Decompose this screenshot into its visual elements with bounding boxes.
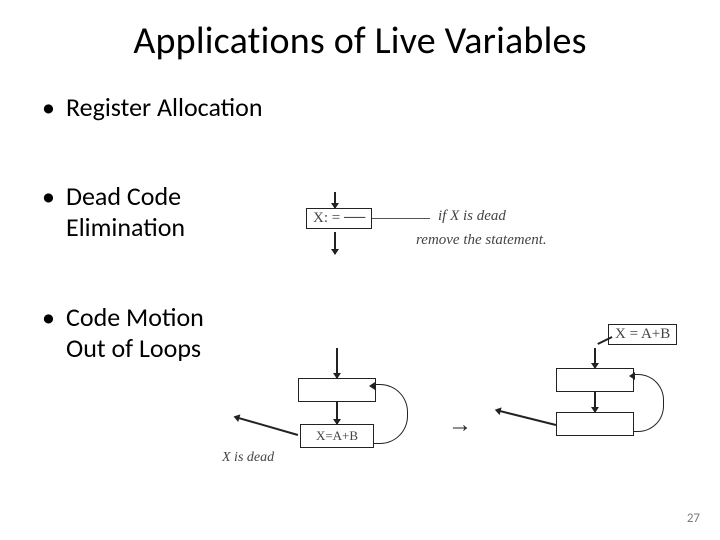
exit-arrow-icon	[500, 410, 557, 425]
bullet-line2: Elimination	[66, 211, 185, 243]
slide: Applications of Live Variables Register …	[0, 0, 720, 540]
arrow-in-icon	[334, 192, 336, 208]
bullet-line2: Out of Loops	[66, 332, 201, 364]
arrow-down-icon	[336, 348, 338, 378]
x-is-dead-label: X is dead	[222, 450, 274, 466]
bullet-line1: Dead Code	[66, 180, 181, 212]
bullet-register-allocation: Register Allocation	[40, 92, 680, 123]
bullet-line1: Code Motion	[66, 301, 204, 333]
exit-arrow-icon	[238, 417, 298, 436]
slide-title: Applications of Live Variables	[40, 18, 680, 64]
back-edge-icon	[634, 374, 664, 432]
empty-block	[298, 378, 376, 402]
bullet-text: Code Motion Out of Loops	[66, 302, 204, 364]
arrow-down-icon	[594, 348, 596, 368]
loop-body-block: X=A+B	[300, 424, 374, 448]
arrow-out-icon	[334, 232, 336, 254]
statement-box: X: = ──	[306, 208, 372, 229]
page-number: 27	[687, 511, 700, 526]
transform-arrow-icon: →	[448, 412, 472, 439]
code-motion-diagram: X=A+B X is dead → X = A+B	[228, 340, 708, 490]
flowgraph-after: X = A+B	[498, 324, 708, 494]
dead-code-diagram: X: = ── if X is dead remove the statemen…	[268, 192, 698, 282]
note-remove-stmt: remove the statement.	[416, 232, 547, 249]
empty-block	[556, 412, 634, 436]
note-if-dead: if X is dead	[438, 208, 506, 225]
back-edge-icon	[374, 384, 408, 444]
arrow-down-icon	[594, 392, 596, 412]
arrow-down-icon	[336, 402, 338, 424]
empty-block	[556, 368, 634, 392]
leader-line-icon	[372, 218, 430, 219]
bullet-text: Dead Code Elimination	[66, 181, 185, 243]
bullet-text: Register Allocation	[66, 91, 263, 123]
hoisted-stmt-box: X = A+B	[608, 324, 677, 345]
flowgraph-before: X=A+B X is dead	[228, 340, 438, 490]
